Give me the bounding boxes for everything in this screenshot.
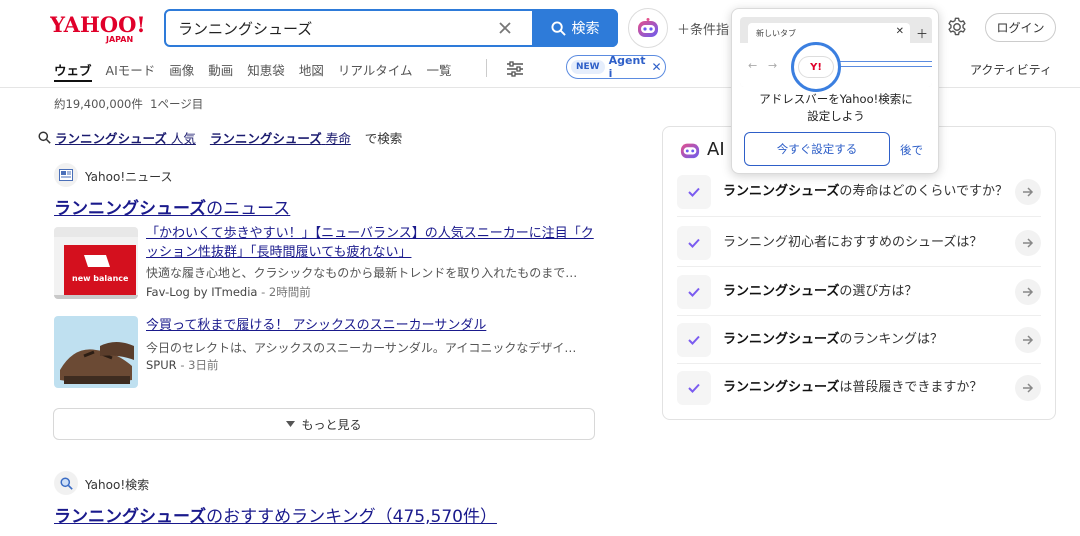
logo-sub-text: JAPAN [105, 35, 133, 44]
tab-list[interactable]: 一覧 [426, 60, 451, 82]
tab-web[interactable]: ウェブ [54, 60, 92, 82]
agent-i-badge[interactable]: NEW Agent i ✕ [566, 54, 666, 80]
search-source-icon [54, 471, 78, 495]
caret-down-icon [286, 421, 296, 427]
close-icon[interactable]: ✕ [652, 60, 662, 74]
arrow-right-icon [1015, 178, 1041, 205]
login-button[interactable]: ログイン [985, 13, 1056, 42]
tab-images[interactable]: 画像 [169, 60, 194, 82]
article-snippet: 快適な履き心地と、クラシックなものから最新トレンドを取り入れたものまで… [146, 266, 578, 280]
article-thumbnail[interactable] [54, 316, 138, 388]
news-heading-link[interactable]: ランニングシューズのニュース [54, 194, 290, 219]
settings-button[interactable] [946, 16, 968, 38]
check-icon [677, 274, 711, 309]
filter-button[interactable] [506, 60, 524, 78]
sliders-icon [507, 61, 523, 77]
ai-question-item[interactable]: ランニングシューズのランキングは？ [677, 316, 1041, 364]
news-source-label: Yahoo!ニュース [85, 170, 173, 184]
related-search-link[interactable]: ランニングシューズ 人気 [55, 128, 196, 147]
logo-main-text: YAHOO! [50, 12, 146, 37]
arrow-right-icon [1015, 229, 1041, 256]
yahoo-badge-icon: Y! [799, 57, 833, 77]
ai-question-item[interactable]: ランニングシューズの選び方は？ [677, 268, 1041, 316]
related-search-link[interactable]: ランニングシューズ 寿命 [210, 128, 351, 147]
tab-chiebukuro[interactable]: 知恵袋 [247, 60, 285, 82]
check-icon [677, 322, 711, 357]
popup-message: アドレスバーをYahoo!検索に 設定しよう [759, 92, 913, 123]
tab-divider [486, 59, 487, 77]
yahoo-japan-logo[interactable]: YAHOO! JAPAN [50, 12, 152, 44]
set-now-button[interactable]: 今すぐ設定する [744, 132, 890, 166]
new-tab-illustration: 新しいタブ ✕ [748, 23, 910, 43]
close-icon [499, 22, 511, 34]
search-source-label: Yahoo!検索 [85, 478, 150, 492]
clear-search-button[interactable] [492, 15, 518, 41]
arrow-right-icon [1015, 375, 1041, 401]
tab-ai-mode[interactable]: AIモード [106, 60, 156, 82]
search-conditions-link[interactable]: ＋条件指 [677, 19, 729, 38]
arrow-right-icon [1015, 326, 1041, 353]
arrow-right-icon [1015, 278, 1041, 305]
plus-icon: ＋ [677, 23, 691, 38]
check-icon [677, 174, 711, 209]
news-source-icon [54, 163, 78, 187]
tab-map[interactable]: 地図 [299, 60, 324, 82]
new-tag: NEW [571, 60, 605, 74]
robot-icon [638, 18, 658, 37]
article-meta: Fav-Log by ITmedia - 2時間前 [146, 285, 311, 299]
back-arrow-icon: ← [748, 59, 758, 72]
ai-question-item[interactable]: ランニングシューズは普段履きできますか？ [677, 364, 1041, 412]
search-box: 検索 [164, 9, 618, 47]
ranking-heading-link[interactable]: ランニングシューズのおすすめランキング（475,570件） [54, 502, 497, 527]
address-bar-illustration [836, 61, 932, 67]
article-title-link[interactable]: 「かわいくて歩きやすい！」【ニューバランス】の人気スニーカーに注目「クッション性… [146, 224, 594, 262]
plus-icon: ＋ [915, 27, 928, 41]
check-icon [677, 225, 711, 260]
show-more-button[interactable]: もっと見る [53, 408, 595, 440]
search-input[interactable] [178, 17, 478, 39]
activity-link[interactable]: アクティビティ [970, 61, 1052, 78]
article-meta: SPUR - 3日前 [146, 358, 219, 372]
search-tabs: ウェブ AIモード 画像 動画 知恵袋 地図 リアルタイム 一覧 [54, 60, 465, 82]
search-icon [38, 131, 51, 144]
set-default-search-popup: 新しいタブ ✕ ＋ ← → Y! アドレスバーをYahoo!検索に 設定しよう … [731, 8, 939, 174]
robot-icon [680, 143, 700, 158]
related-search-suffix: で検索 [364, 131, 403, 146]
search-icon [59, 476, 73, 490]
tab-videos[interactable]: 動画 [208, 60, 233, 82]
article-snippet: 今日のセレクトは、アシックスのスニーカーサンダル。アイコニックなデザイ… [146, 341, 577, 355]
svg-text:new balance: new balance [72, 274, 129, 283]
search-button-label: 検索 [571, 21, 600, 37]
forward-arrow-icon: → [768, 59, 778, 72]
agent-i-label: Agent i [608, 54, 646, 80]
close-icon: ✕ [895, 26, 904, 37]
check-icon [677, 371, 711, 405]
search-button[interactable]: 検索 [532, 9, 618, 47]
gear-icon [948, 17, 966, 36]
ai-panel-title: AI [679, 139, 725, 160]
newspaper-icon [59, 169, 73, 181]
ai-question-item[interactable]: ランニングシューズの寿命はどのくらいですか？ [677, 167, 1041, 217]
result-count: 約19,400,000件 1ページ目 [54, 97, 204, 111]
article-title-link[interactable]: 今買って秋まで履ける！ アシックスのスニーカーサンダル [146, 316, 486, 335]
search-icon [550, 20, 566, 36]
agent-i-button[interactable] [628, 8, 668, 48]
later-button[interactable]: 後で [900, 142, 923, 158]
tab-realtime[interactable]: リアルタイム [338, 60, 413, 82]
address-bar-highlight: Y! [791, 42, 841, 92]
ai-question-item[interactable]: ランニング初心者におすすめのシューズは？ [677, 219, 1041, 267]
article-thumbnail[interactable]: new balance [54, 227, 138, 299]
related-search-row: ランニングシューズ 人気 ランニングシューズ 寿命 で検索 [38, 128, 402, 147]
